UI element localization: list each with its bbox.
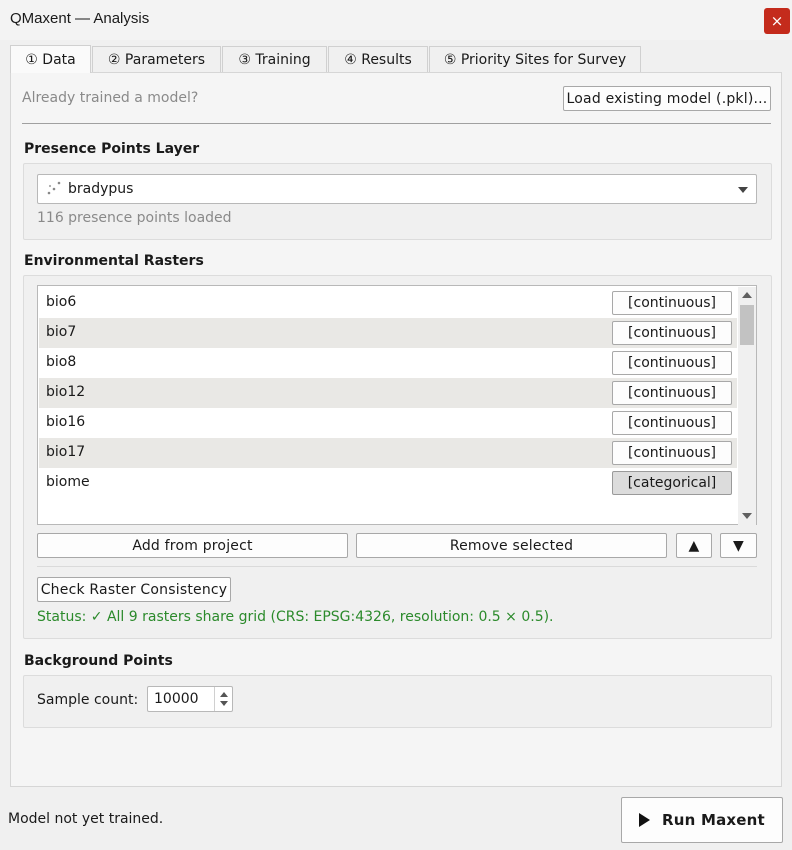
scroll-thumb[interactable]: [740, 305, 754, 345]
tab-parameters[interactable]: ② Parameters: [92, 46, 221, 73]
raster-type-button[interactable]: [continuous]: [612, 351, 732, 375]
raster-list-scrollbar[interactable]: [738, 287, 756, 525]
presence-group: bradypus 116 presence points loaded: [23, 163, 772, 240]
spin-up-icon[interactable]: [220, 692, 228, 697]
window-title: QMaxent — Analysis: [10, 10, 150, 27]
run-maxent-label: Run Maxent: [662, 811, 765, 829]
rasters-section-title: Environmental Rasters: [24, 253, 204, 269]
sample-count-label: Sample count:: [37, 692, 139, 708]
raster-row[interactable]: bio16 [continuous]: [39, 408, 737, 438]
raster-status-text: Status: ✓ All 9 rasters share grid (CRS:…: [37, 609, 554, 625]
presence-count-label: 116 presence points loaded: [37, 210, 232, 226]
data-tab-pane: Already trained a model? Load existing m…: [10, 72, 782, 787]
move-up-button[interactable]: ▲: [676, 533, 712, 558]
close-button[interactable]: ×: [764, 8, 790, 34]
model-status-text: Model not yet trained.: [8, 811, 164, 827]
raster-name: bio16: [46, 414, 86, 430]
add-from-project-button[interactable]: Add from project: [37, 533, 348, 558]
raster-row[interactable]: bio17 [continuous]: [39, 438, 737, 468]
spin-down-icon[interactable]: [220, 701, 228, 706]
raster-list[interactable]: bio6 [continuous] bio7 [continuous] bio8…: [37, 285, 757, 525]
scroll-up-icon[interactable]: [742, 292, 752, 298]
raster-row[interactable]: bio8 [continuous]: [39, 348, 737, 378]
rasters-group: bio6 [continuous] bio7 [continuous] bio8…: [23, 275, 772, 639]
play-icon: [639, 813, 651, 827]
raster-name: bio7: [46, 324, 77, 340]
load-model-button[interactable]: Load existing model (.pkl)...: [563, 86, 771, 111]
run-maxent-button[interactable]: Run Maxent: [621, 797, 783, 843]
chevron-down-icon: [738, 187, 748, 193]
tab-results[interactable]: ④ Results: [328, 46, 428, 73]
load-model-prompt: Already trained a model?: [22, 90, 199, 106]
arrow-up-icon: ▲: [688, 537, 700, 554]
raster-type-button[interactable]: [continuous]: [612, 291, 732, 315]
raster-name: bio8: [46, 354, 77, 370]
presence-layer-name: bradypus: [68, 181, 134, 197]
presence-layer-select[interactable]: bradypus: [37, 174, 757, 204]
raster-name: bio12: [46, 384, 86, 400]
background-section-title: Background Points: [24, 653, 173, 669]
scroll-down-icon[interactable]: [742, 513, 752, 519]
close-icon: ×: [770, 12, 784, 30]
raster-type-button[interactable]: [continuous]: [612, 321, 732, 345]
title-bar: QMaxent — Analysis ×: [0, 0, 792, 40]
raster-row[interactable]: bio6 [continuous]: [39, 288, 737, 318]
move-down-button[interactable]: ▼: [720, 533, 757, 558]
raster-name: bio17: [46, 444, 86, 460]
raster-type-button[interactable]: [categorical]: [612, 471, 732, 495]
point-layer-icon: [46, 180, 62, 198]
tab-training[interactable]: ③ Training: [222, 46, 327, 73]
sample-count-value: 10000: [154, 691, 199, 707]
presence-section-title: Presence Points Layer: [24, 141, 200, 157]
tab-data[interactable]: ① Data: [10, 45, 91, 73]
background-group: Sample count: 10000: [23, 675, 772, 728]
raster-row[interactable]: biome [categorical]: [39, 468, 737, 498]
divider: [37, 566, 757, 567]
raster-name: bio6: [46, 294, 77, 310]
arrow-down-icon: ▼: [733, 537, 744, 554]
raster-row[interactable]: bio7 [continuous]: [39, 318, 737, 348]
remove-selected-button[interactable]: Remove selected: [356, 533, 667, 558]
tab-priority-sites[interactable]: ⑤ Priority Sites for Survey: [429, 46, 641, 73]
divider: [22, 123, 771, 124]
raster-row[interactable]: bio12 [continuous]: [39, 378, 737, 408]
raster-type-button[interactable]: [continuous]: [612, 411, 732, 435]
raster-name: biome: [46, 474, 90, 490]
check-raster-consistency-button[interactable]: Check Raster Consistency: [37, 577, 231, 602]
sample-count-input[interactable]: 10000: [147, 686, 233, 712]
raster-type-button[interactable]: [continuous]: [612, 381, 732, 405]
raster-type-button[interactable]: [continuous]: [612, 441, 732, 465]
